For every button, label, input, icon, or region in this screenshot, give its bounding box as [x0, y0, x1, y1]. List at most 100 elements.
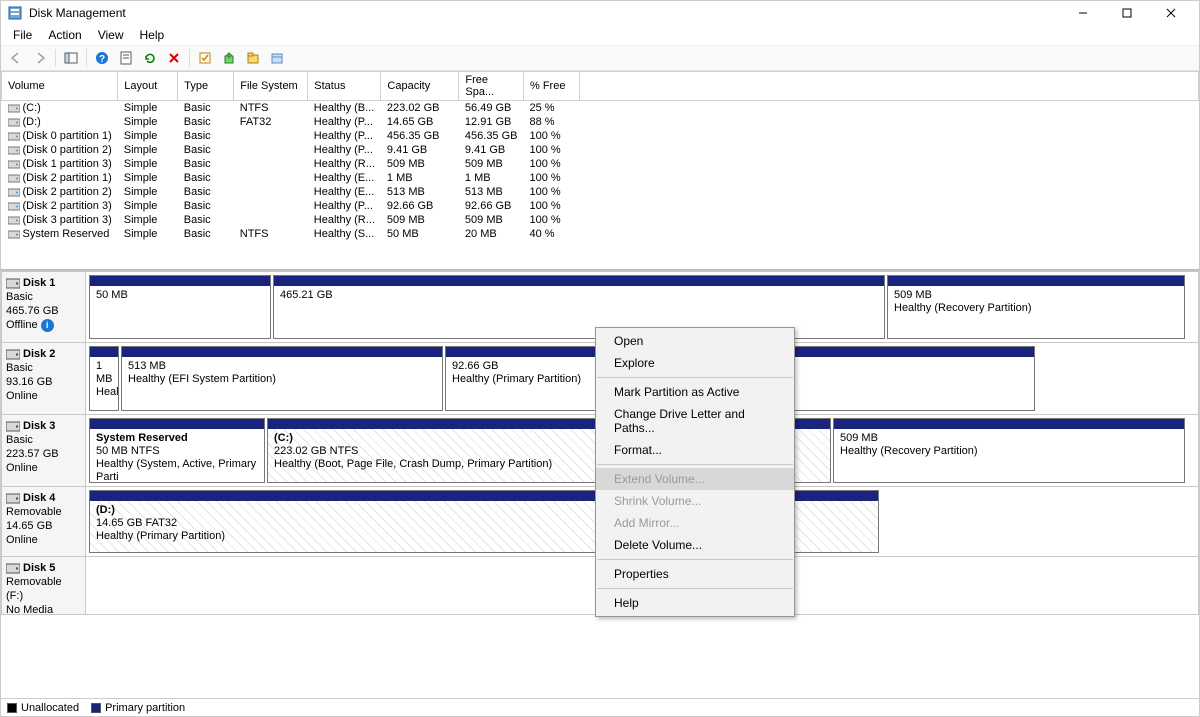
ctx-help[interactable]: Help	[596, 592, 794, 614]
toolbar: ?	[1, 45, 1199, 71]
disk-icon	[6, 562, 20, 574]
partition-status: Healthy (Recovery Partition)	[840, 445, 1178, 458]
partition-size: 50 MB NTFS	[96, 445, 258, 458]
help-button[interactable]: ?	[91, 47, 113, 69]
close-button[interactable]	[1149, 1, 1193, 25]
partition-body: 513 MBHealthy (EFI System Partition)	[122, 357, 442, 410]
volume-row[interactable]: (Disk 2 partition 2)SimpleBasicHealthy (…	[2, 185, 1199, 199]
disk-info[interactable]: Disk 1Basic465.76 GBOffline i	[2, 272, 86, 342]
drive-icon	[8, 131, 20, 141]
disk-icon	[6, 420, 20, 432]
col-file-system[interactable]: File System	[234, 72, 308, 101]
ctx-format[interactable]: Format...	[596, 439, 794, 461]
disk-type: Removable (F:)	[6, 575, 81, 603]
partition-body: 509 MBHealthy (Recovery Partition)	[888, 286, 1184, 338]
menu-file[interactable]: File	[5, 26, 40, 44]
partition-status: Healthy (EFI System Partition)	[128, 373, 436, 386]
partition-size: 465.21 GB	[280, 289, 878, 302]
ctx-explore[interactable]: Explore	[596, 352, 794, 374]
partition-body: 1 MBHealt	[90, 357, 118, 410]
disk-info[interactable]: Disk 5Removable (F:)No Media	[2, 557, 86, 614]
volume-row[interactable]: (Disk 3 partition 3)SimpleBasicHealthy (…	[2, 213, 1199, 227]
col-capacity[interactable]: Capacity	[381, 72, 459, 101]
partition-header	[122, 347, 442, 357]
partition-body: System Reserved50 MB NTFSHealthy (System…	[90, 429, 264, 482]
disk-type: Basic	[6, 433, 81, 447]
volume-row[interactable]: (D:)SimpleBasicFAT32Healthy (P...14.65 G…	[2, 115, 1199, 129]
show-hide-button[interactable]	[60, 47, 82, 69]
ctx-change-drive-letter-and-paths[interactable]: Change Drive Letter and Paths...	[596, 403, 794, 439]
disk-name: Disk 3	[23, 419, 55, 433]
menu-view[interactable]: View	[90, 26, 132, 44]
legend-unallocated: Unallocated	[7, 702, 79, 714]
info-icon[interactable]: i	[41, 319, 54, 332]
disk-type: Removable	[6, 505, 81, 519]
partition-size: 50 MB	[96, 289, 264, 302]
menubar: FileActionViewHelp	[1, 25, 1199, 45]
maximize-button[interactable]	[1105, 1, 1149, 25]
partition[interactable]: 50 MB	[89, 275, 271, 339]
menu-help[interactable]: Help	[132, 26, 173, 44]
context-menu[interactable]: OpenExplore Mark Partition as ActiveChang…	[595, 327, 795, 617]
action1-button[interactable]	[194, 47, 216, 69]
col-type[interactable]: Type	[178, 72, 234, 101]
forward-button[interactable]	[29, 47, 51, 69]
volume-row[interactable]: (Disk 0 partition 2)SimpleBasicHealthy (…	[2, 143, 1199, 157]
partition-body: 509 MBHealthy (Recovery Partition)	[834, 429, 1184, 482]
partition-size: 1 MB	[96, 360, 112, 386]
disk-size: 14.65 GB	[6, 519, 81, 533]
volume-list-pane: VolumeLayoutTypeFile SystemStatusCapacit…	[1, 71, 1199, 271]
partition[interactable]: 509 MBHealthy (Recovery Partition)	[887, 275, 1185, 339]
partition-name: System Reserved	[96, 432, 258, 445]
partition[interactable]: System Reserved50 MB NTFSHealthy (System…	[89, 418, 265, 483]
disk-management-window: Disk Management FileActionViewHelp ? Vol…	[0, 0, 1200, 717]
partition-status: Healthy (Recovery Partition)	[894, 302, 1178, 315]
delete-button[interactable]	[163, 47, 185, 69]
partition[interactable]: 509 MBHealthy (Recovery Partition)	[833, 418, 1185, 483]
ctx-delete-volume[interactable]: Delete Volume...	[596, 534, 794, 556]
col-status[interactable]: Status	[308, 72, 381, 101]
volume-row[interactable]: (C:)SimpleBasicNTFSHealthy (B...223.02 G…	[2, 101, 1199, 116]
ctx-open[interactable]: Open	[596, 330, 794, 352]
disk-name: Disk 1	[23, 276, 55, 290]
col-volume[interactable]: Volume	[2, 72, 118, 101]
properties-button[interactable]	[115, 47, 137, 69]
volume-row[interactable]: System ReservedSimpleBasicNTFSHealthy (S…	[2, 227, 1199, 241]
legend-primary: Primary partition	[91, 702, 185, 714]
separator	[597, 377, 793, 378]
volume-row[interactable]: (Disk 2 partition 1)SimpleBasicHealthy (…	[2, 171, 1199, 185]
volume-row[interactable]: (Disk 0 partition 1)SimpleBasicHealthy (…	[2, 129, 1199, 143]
action2-button[interactable]	[218, 47, 240, 69]
ctx-properties[interactable]: Properties	[596, 563, 794, 585]
action4-button[interactable]	[266, 47, 288, 69]
disk-info[interactable]: Disk 4Removable14.65 GBOnline	[2, 487, 86, 556]
disk-icon	[6, 277, 20, 289]
volume-row[interactable]: (Disk 2 partition 3)SimpleBasicHealthy (…	[2, 199, 1199, 213]
app-icon	[7, 5, 23, 21]
disk-state: Online	[6, 461, 81, 475]
menu-action[interactable]: Action	[40, 26, 89, 44]
drive-icon	[8, 201, 20, 211]
disk-info[interactable]: Disk 2Basic93.16 GBOnline	[2, 343, 86, 414]
volume-row[interactable]: (Disk 1 partition 3)SimpleBasicHealthy (…	[2, 157, 1199, 171]
refresh-button[interactable]	[139, 47, 161, 69]
col-layout[interactable]: Layout	[118, 72, 178, 101]
minimize-button[interactable]	[1061, 1, 1105, 25]
disk-type: Basic	[6, 361, 81, 375]
drive-icon	[8, 103, 20, 113]
volume-table-header[interactable]: VolumeLayoutTypeFile SystemStatusCapacit…	[2, 72, 1199, 101]
disk-state: Offline i	[6, 318, 81, 332]
action3-button[interactable]	[242, 47, 264, 69]
disk-info[interactable]: Disk 3Basic223.57 GBOnline	[2, 415, 86, 486]
ctx-mark-partition-as-active[interactable]: Mark Partition as Active	[596, 381, 794, 403]
back-button[interactable]	[5, 47, 27, 69]
partition[interactable]: 1 MBHealt	[89, 346, 119, 411]
disk-size: 223.57 GB	[6, 447, 81, 461]
col-free-spa-[interactable]: Free Spa...	[459, 72, 524, 101]
partition-status: Healthy (System, Active, Primary Parti	[96, 458, 258, 482]
volume-table[interactable]: VolumeLayoutTypeFile SystemStatusCapacit…	[1, 71, 1199, 241]
drive-icon	[8, 229, 20, 239]
partition[interactable]: 513 MBHealthy (EFI System Partition)	[121, 346, 443, 411]
col--free[interactable]: % Free	[524, 72, 580, 101]
drive-icon	[8, 187, 20, 197]
